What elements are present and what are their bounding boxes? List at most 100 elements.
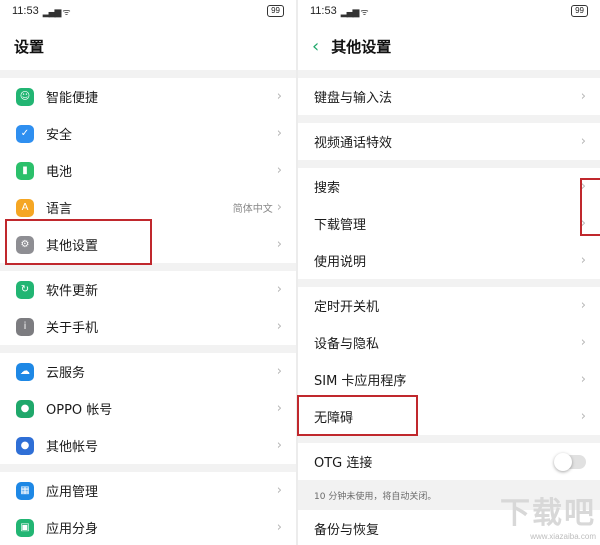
info-icon: i (16, 317, 34, 336)
other-settings-panel: 11:53 ▂▄▆ ᯤ 99 ‹ 其他设置 键盘与输入法 › 视频通话特效 › 搜索 › 下… (298, 0, 600, 545)
status-time: 11:53 (12, 5, 39, 17)
chevron-right-icon: › (276, 89, 282, 104)
row-label: 智能便捷 (46, 91, 99, 106)
section-gap (0, 345, 296, 353)
settings-row[interactable]: ▮ 电池 › (0, 152, 296, 189)
page-title-bar: 设置 (0, 22, 296, 70)
page-title-bar: ‹ 其他设置 (298, 22, 600, 70)
row-label: 其他设置 (46, 239, 99, 254)
other-settings-row[interactable]: SIM 卡应用程序 › (298, 361, 600, 398)
page-title: 其他设置 (331, 37, 392, 56)
otg-toggle[interactable] (554, 452, 586, 471)
person-icon: ● (16, 436, 34, 455)
settings-row[interactable]: i 关于手机 › (0, 308, 296, 345)
signal-icon: ▂▄▆ ᯤ (42, 7, 71, 18)
chevron-right-icon: › (580, 253, 586, 268)
row-label: 电池 (46, 165, 73, 180)
row-label: 下载管理 (314, 218, 367, 233)
settings-panel: 11:53 ▂▄▆ ᯤ 99 设置 ☺ 智能便捷 › ✓ 安全 › ▮ 电池 › A 语言 简体中文 ›… (0, 0, 296, 545)
shield-icon: ✓ (16, 124, 34, 143)
language-icon: A (16, 198, 34, 217)
chevron-right-icon: › (276, 200, 282, 215)
smart-assist-icon: ☺ (16, 87, 34, 106)
chevron-right-icon: › (580, 409, 586, 424)
status-bar: 11:53 ▂▄▆ ᯤ 99 (298, 0, 600, 22)
row-label: 云服务 (46, 366, 86, 381)
back-arrow-icon[interactable]: ‹ (312, 36, 319, 57)
chevron-right-icon: › (580, 372, 586, 387)
row-label: 应用管理 (46, 485, 99, 500)
settings-row[interactable]: A 语言 简体中文 › (0, 189, 296, 226)
row-label: 无障碍 (314, 411, 354, 426)
app-clone-icon: ▣ (16, 518, 34, 537)
section-gap (0, 464, 296, 472)
settings-row[interactable]: ▣ 应用分身 › (0, 509, 296, 545)
chevron-right-icon: › (580, 335, 586, 350)
chevron-right-icon: › (276, 237, 282, 252)
row-label: 关于手机 (46, 321, 99, 336)
settings-row[interactable]: ✓ 安全 › (0, 115, 296, 152)
row-label: 设备与隐私 (314, 337, 380, 352)
section-gap (298, 160, 600, 168)
otg-connection-row[interactable]: OTG 连接 (298, 443, 600, 480)
chevron-right-icon: › (276, 319, 282, 334)
settings-row[interactable]: ⚙ 其他设置 › (0, 226, 296, 263)
chevron-right-icon: › (580, 298, 586, 313)
other-settings-row[interactable]: 设备与隐私 › (298, 324, 600, 361)
chevron-right-icon: › (276, 401, 282, 416)
chevron-right-icon: › (276, 126, 282, 141)
other-settings-row[interactable]: 使用说明 › (298, 242, 600, 279)
other-settings-row[interactable]: 视频通话特效 › (298, 123, 600, 160)
status-time: 11:53 (310, 5, 337, 17)
other-settings-row[interactable]: 搜索 › (298, 168, 600, 205)
row-label: 视频通话特效 (314, 136, 393, 151)
row-label: SIM 卡应用程序 (314, 374, 407, 389)
cloud-icon: ☁ (16, 362, 34, 381)
update-icon: ↻ (16, 280, 34, 299)
watermark-url: www.xiazaiba.com (530, 532, 596, 541)
watermark-logo: 下载吧 (500, 496, 596, 531)
person-icon: ● (16, 399, 34, 418)
row-label: 定时开关机 (314, 300, 380, 315)
other-settings-row[interactable]: 无障碍 › (298, 398, 600, 435)
settings-list: ☺ 智能便捷 › ✓ 安全 › ▮ 电池 › A 语言 简体中文 › ⚙ 其他设置 › ↻ 软件更新 › i 关于手机 ›… (0, 78, 296, 545)
row-label: 键盘与输入法 (314, 91, 393, 106)
settings-row[interactable]: ↻ 软件更新 › (0, 271, 296, 308)
battery-indicator: 99 (571, 5, 588, 17)
row-label: OPPO 帐号 (46, 403, 113, 418)
watermark: 下载吧 www.xiazaiba.com (500, 488, 596, 541)
section-gap (298, 279, 600, 287)
page-title: 设置 (14, 37, 45, 56)
row-label: OTG 连接 (314, 456, 373, 471)
settings-row[interactable]: ▦ 应用管理 › (0, 472, 296, 509)
section-gap (0, 70, 296, 78)
chevron-right-icon: › (276, 163, 282, 178)
row-label: 其他帐号 (46, 440, 99, 455)
row-label: 使用说明 (314, 255, 367, 270)
row-label: 搜索 (314, 181, 341, 196)
other-settings-row[interactable]: 键盘与输入法 › (298, 78, 600, 115)
gear-icon: ⚙ (16, 235, 34, 254)
row-label: 安全 (46, 128, 73, 143)
chevron-right-icon: › (580, 216, 586, 231)
battery-indicator: 99 (267, 5, 284, 17)
other-settings-row[interactable]: 定时开关机 › (298, 287, 600, 324)
chevron-right-icon: › (276, 282, 282, 297)
other-settings-list: 键盘与输入法 › 视频通话特效 › 搜索 › 下载管理 › 使用说明 › 定时开关机 › 设备与隐私 › S… (298, 78, 600, 443)
other-settings-row[interactable]: 下载管理 › (298, 205, 600, 242)
row-label: 软件更新 (46, 284, 99, 299)
settings-row[interactable]: ☁ 云服务 › (0, 353, 296, 390)
settings-row[interactable]: ● 其他帐号 › (0, 427, 296, 464)
settings-row[interactable]: ☺ 智能便捷 › (0, 78, 296, 115)
chevron-right-icon: › (276, 483, 282, 498)
row-value: 简体中文 (232, 204, 273, 215)
section-gap (298, 435, 600, 443)
chevron-right-icon: › (580, 134, 586, 149)
section-gap (0, 263, 296, 271)
chevron-right-icon: › (276, 364, 282, 379)
row-label: 应用分身 (46, 522, 99, 537)
settings-row[interactable]: ● OPPO 帐号 › (0, 390, 296, 427)
chevron-right-icon: › (580, 179, 586, 194)
chevron-right-icon: › (276, 438, 282, 453)
battery-icon: ▮ (16, 161, 34, 180)
